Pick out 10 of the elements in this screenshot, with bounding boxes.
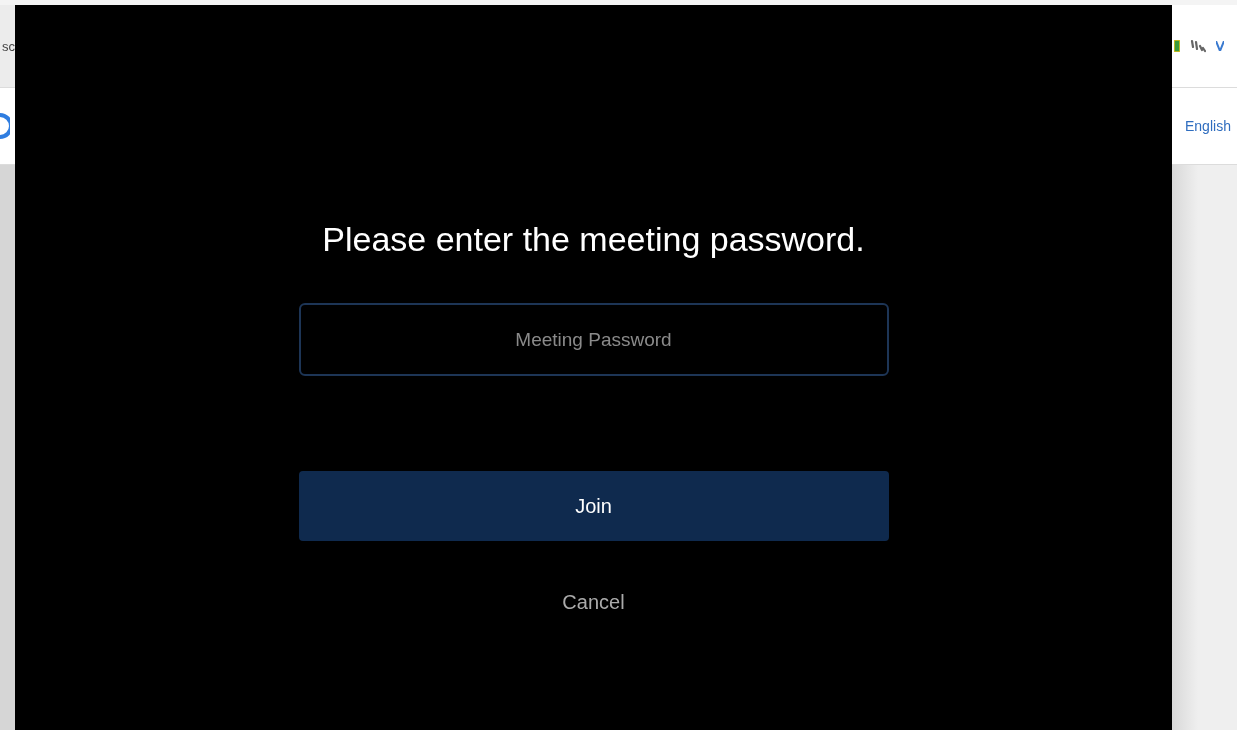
cancel-button[interactable]: Cancel	[558, 589, 629, 616]
dialog-title: Please enter the meeting password.	[322, 220, 865, 259]
join-button[interactable]: Join	[298, 471, 889, 541]
extension-icon	[1216, 41, 1224, 51]
header-text: sc	[2, 38, 15, 54]
extension-icon	[1174, 40, 1180, 52]
password-field[interactable]: Meeting Password	[298, 303, 889, 376]
circle-logo-icon	[0, 113, 10, 139]
language-link[interactable]: English	[1185, 118, 1231, 134]
signal-icon	[1190, 39, 1206, 53]
